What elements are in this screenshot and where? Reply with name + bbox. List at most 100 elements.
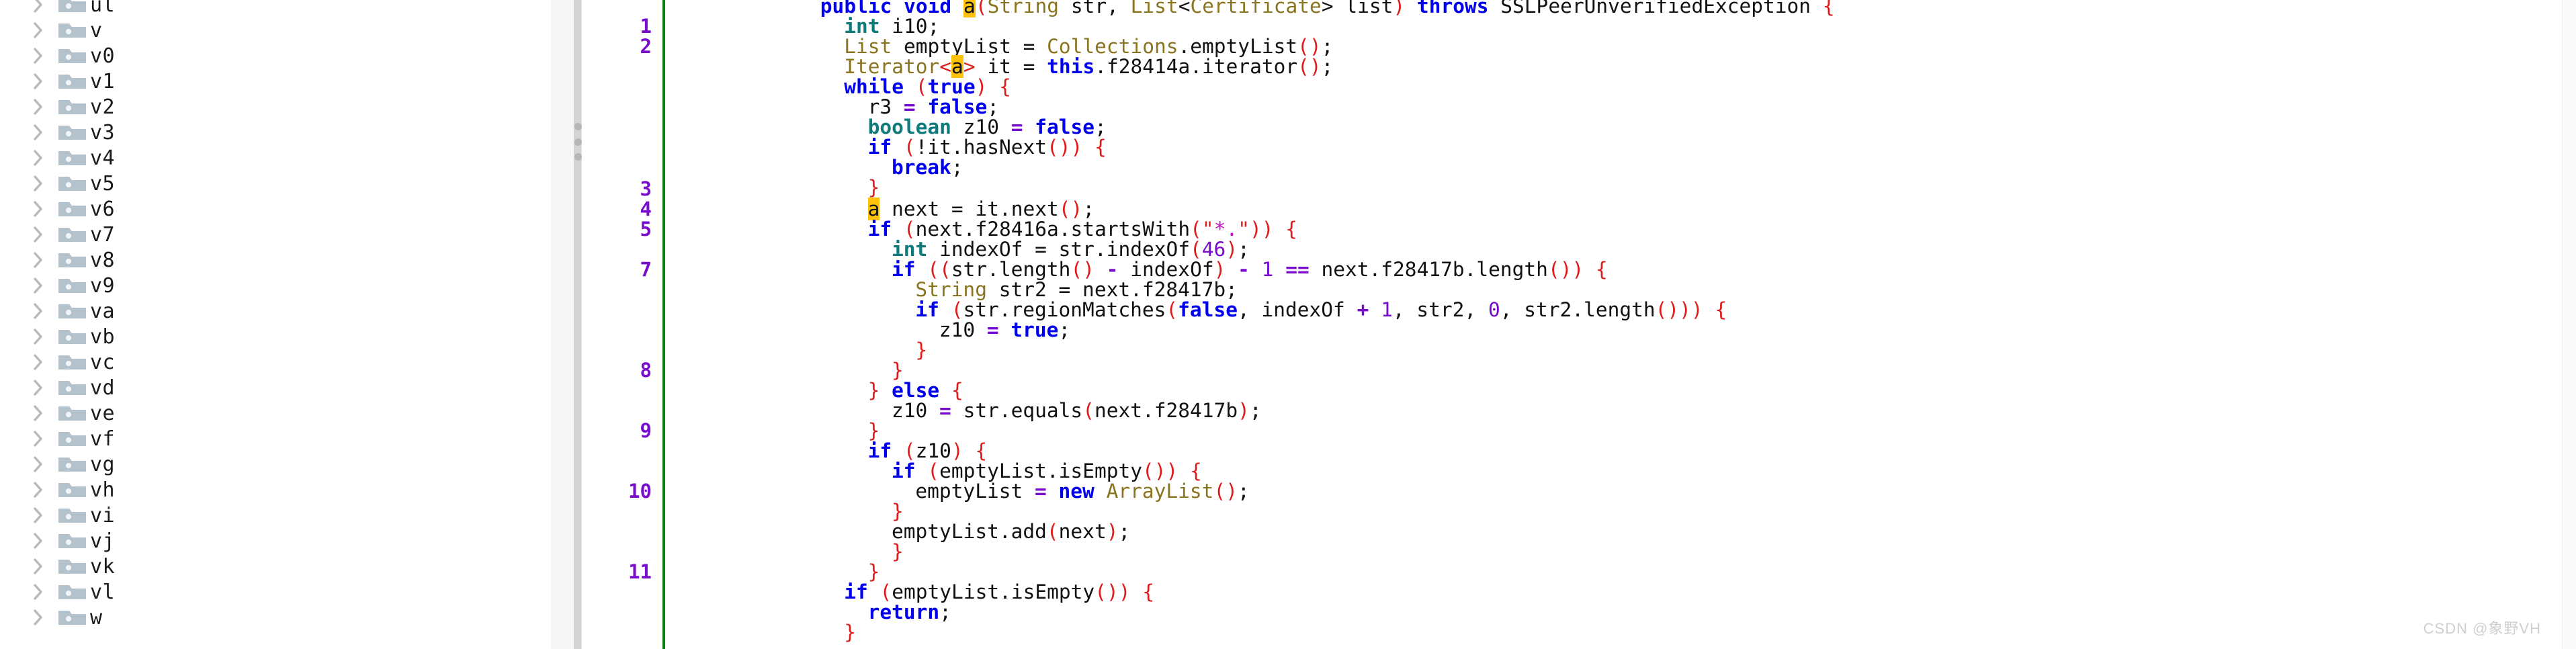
tree-item-v[interactable]: v [0, 17, 551, 43]
code-line[interactable]: } [892, 501, 904, 521]
line-number[interactable]: 5 [582, 219, 652, 239]
chevron-right-icon[interactable] [28, 17, 48, 43]
chevron-right-icon[interactable] [28, 196, 48, 222]
tree-item-vd[interactable]: vd [0, 375, 551, 400]
chevron-right-icon[interactable] [28, 426, 48, 451]
chevron-right-icon[interactable] [28, 324, 48, 349]
tree-item-vi[interactable]: vi [0, 503, 551, 528]
line-number[interactable]: 8 [582, 360, 652, 380]
code-line[interactable]: if (emptyList.isEmpty()) { [892, 461, 1202, 481]
chevron-right-icon[interactable] [28, 0, 48, 17]
chevron-right-icon[interactable] [28, 171, 48, 196]
sidebar-editor-splitter[interactable] [551, 0, 582, 649]
tree-item-v9[interactable]: v9 [0, 273, 551, 298]
chevron-right-icon[interactable] [28, 69, 48, 94]
code-line[interactable]: public void a(String str, List<Certifica… [820, 0, 1835, 17]
tree-item-v3[interactable]: v3 [0, 120, 551, 145]
tree-item-vf[interactable]: vf [0, 426, 551, 451]
chevron-right-icon[interactable] [28, 579, 48, 605]
tree-item-v1[interactable]: v1 [0, 69, 551, 94]
chevron-right-icon[interactable] [28, 273, 48, 298]
code-line[interactable]: } [868, 562, 880, 582]
code-line[interactable]: List emptyList = Collections.emptyList()… [844, 36, 1333, 56]
tree-item-vg[interactable]: vg [0, 451, 551, 477]
chevron-right-icon[interactable] [28, 43, 48, 69]
code-line[interactable]: } [892, 542, 904, 562]
code-line[interactable]: r3 = false; [868, 97, 999, 117]
code-line[interactable]: return; [868, 602, 951, 622]
chevron-right-icon[interactable] [28, 94, 48, 120]
chevron-right-icon[interactable] [28, 400, 48, 426]
code-line[interactable]: int indexOf = str.indexOf(46); [892, 239, 1250, 259]
code-line[interactable]: if ((str.length() - indexOf) - 1 == next… [892, 259, 1608, 279]
code-line[interactable]: int i10; [844, 16, 939, 36]
tree-item-v5[interactable]: v5 [0, 171, 551, 196]
chevron-right-icon[interactable] [28, 145, 48, 171]
chevron-right-icon[interactable] [28, 349, 48, 375]
code-line[interactable]: } [868, 177, 880, 198]
chevron-right-icon[interactable] [28, 298, 48, 324]
line-number[interactable]: 10 [582, 481, 652, 501]
tree-item-ul[interactable]: ul [0, 0, 551, 17]
code-line[interactable]: } [915, 340, 927, 360]
code-line[interactable]: } [868, 421, 880, 441]
editor-scrollbar-rail[interactable] [2562, 0, 2576, 649]
code-line[interactable]: emptyList = new ArrayList(); [915, 481, 1249, 501]
chevron-right-icon[interactable] [28, 451, 48, 477]
code-line[interactable]: if (next.f28416a.startsWith("*.")) { [868, 219, 1297, 239]
tree-item-ve[interactable]: ve [0, 400, 551, 426]
code-line[interactable]: if (z10) { [868, 441, 988, 461]
chevron-right-icon[interactable] [28, 554, 48, 579]
source-code-area[interactable]: public void a(String str, List<Certifica… [665, 0, 2576, 649]
code-line[interactable]: if (!it.hasNext()) { [868, 137, 1107, 157]
line-number[interactable]: 2 [582, 36, 652, 56]
code-line[interactable]: while (true) { [844, 77, 1011, 97]
code-line[interactable]: Iterator<a> it = this.f28414a.iterator()… [844, 55, 1333, 78]
chevron-right-icon[interactable] [28, 528, 48, 554]
chevron-right-icon[interactable] [28, 222, 48, 247]
chevron-right-icon[interactable] [28, 375, 48, 400]
code-line[interactable]: } [892, 360, 904, 380]
line-number[interactable]: 7 [582, 259, 652, 279]
code-line[interactable]: z10 = true; [939, 320, 1070, 340]
line-number[interactable]: 3 [582, 179, 652, 199]
chevron-right-icon[interactable] [28, 477, 48, 503]
splitter-divider[interactable] [574, 0, 581, 649]
code-line[interactable]: break; [892, 157, 963, 177]
tree-item-vl[interactable]: vl [0, 579, 551, 605]
project-tree-panel[interactable]: ul v v0 v1 v2 v3 v4 v5 v6 v7 v8 v9 va vb vc vd ve vf vg vh v… [0, 0, 551, 649]
tree-item-v6[interactable]: v6 [0, 196, 551, 222]
code-line[interactable]: emptyList.add(next); [892, 521, 1130, 542]
code-line[interactable]: String str2 = next.f28417b; [915, 279, 1238, 300]
code-line[interactable]: if (str.regionMatches(false, indexOf + 1… [915, 300, 1727, 320]
chevron-right-icon[interactable] [28, 247, 48, 273]
file-tree-list[interactable]: ul v v0 v1 v2 v3 v4 v5 v6 v7 v8 v9 va vb vc vd ve vf vg vh v… [0, 0, 551, 630]
tree-item-w[interactable]: w [0, 605, 551, 630]
code-editor-panel[interactable]: 1 2 3 4 5 7 8 9 10 11 public void a(String str, L… [582, 0, 2576, 649]
tree-item-v0[interactable]: v0 [0, 43, 551, 69]
tree-item-v2[interactable]: v2 [0, 94, 551, 120]
code-line[interactable]: boolean z10 = false; [868, 117, 1107, 137]
tree-item-vk[interactable]: vk [0, 554, 551, 579]
code-line[interactable]: } else { [868, 380, 963, 400]
tree-item-vj[interactable]: vj [0, 528, 551, 554]
chevron-right-icon[interactable] [28, 503, 48, 528]
line-number[interactable]: 1 [582, 16, 652, 36]
tree-item-vb[interactable]: vb [0, 324, 551, 349]
line-number[interactable]: 4 [582, 199, 652, 219]
code-line[interactable]: } [844, 622, 856, 642]
line-number[interactable]: 9 [582, 421, 652, 441]
line-number[interactable]: 11 [582, 562, 652, 582]
chevron-right-icon[interactable] [28, 605, 48, 630]
tree-item-vh[interactable]: vh [0, 477, 551, 503]
drag-handle-dots-icon[interactable] [573, 123, 583, 161]
code-line[interactable]: if (emptyList.isEmpty()) { [844, 582, 1154, 602]
tree-item-v7[interactable]: v7 [0, 222, 551, 247]
code-line[interactable]: a next = it.next(); [867, 198, 1094, 220]
tree-item-v4[interactable]: v4 [0, 145, 551, 171]
line-number-gutter[interactable]: 1 2 3 4 5 7 8 9 10 11 [582, 0, 661, 649]
code-line[interactable]: z10 = str.equals(next.f28417b); [892, 400, 1262, 421]
tree-item-va[interactable]: va [0, 298, 551, 324]
tree-item-v8[interactable]: v8 [0, 247, 551, 273]
tree-item-vc[interactable]: vc [0, 349, 551, 375]
